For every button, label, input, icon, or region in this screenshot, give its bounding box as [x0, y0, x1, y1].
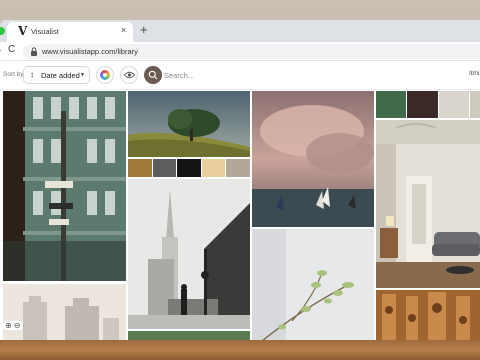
church-street-image [128, 179, 250, 329]
palette-swatch [470, 91, 480, 118]
forward-icon[interactable]: › [0, 45, 1, 56]
image-tile-tree-hill[interactable] [128, 91, 250, 157]
building-street-image [3, 91, 126, 281]
color-filter-button[interactable] [96, 66, 114, 84]
url-text: www.visualistapp.com/library [42, 47, 138, 56]
color-palette-tree[interactable] [128, 159, 250, 177]
search-input[interactable] [164, 69, 324, 81]
color-palette-interior[interactable] [376, 91, 480, 118]
chevron-down-icon: ▼ [80, 72, 85, 78]
plant-sprig-image [252, 229, 374, 340]
search-button[interactable] [144, 66, 162, 84]
view-toggle-button[interactable] [120, 66, 138, 84]
zoom-controls[interactable]: ⊕ ⊖ [3, 321, 23, 330]
close-tab-icon[interactable]: × [121, 25, 126, 35]
image-tile-church-street[interactable] [128, 179, 250, 329]
carved-stone-image [376, 290, 480, 340]
tab-strip: V Visualist × + [0, 20, 480, 42]
image-tile-carved-stone[interactable] [376, 290, 480, 340]
image-tile-skyline[interactable] [3, 284, 126, 340]
tab-title: Visualist [31, 27, 59, 36]
library-header: Sort by ↕ Date added ▼ Ibhi [0, 61, 480, 90]
site-info-icon[interactable] [30, 47, 38, 56]
sort-by-label: Sort by [3, 71, 24, 78]
sailing-boats-image [252, 91, 374, 227]
image-tile-green-sliver[interactable] [128, 331, 250, 340]
image-tile-sailing-boats[interactable] [252, 91, 374, 227]
interior-room-image [376, 120, 480, 288]
palette-swatch [177, 159, 201, 177]
image-grid: ⊕ ⊖ [0, 91, 480, 340]
palette-swatch [226, 159, 250, 177]
browser-window: V Visualist × + › C www.visualistapp.com… [0, 20, 480, 340]
tree-hill-image [128, 91, 250, 157]
image-tile-interior-room[interactable] [376, 120, 480, 288]
palette-swatch [128, 159, 152, 177]
search-icon [148, 70, 158, 80]
palette-swatch [202, 159, 225, 177]
desk-surface [0, 340, 480, 360]
sort-value: Date added [41, 71, 80, 80]
window-control-maximize[interactable] [0, 27, 5, 35]
reload-icon[interactable]: C [8, 44, 15, 55]
tab-visualist[interactable]: V Visualist × [7, 22, 133, 42]
color-wheel-icon [100, 70, 110, 80]
new-tab-button[interactable]: + [140, 22, 148, 37]
palette-swatch [153, 159, 176, 177]
image-tile-building-street[interactable] [3, 91, 126, 281]
palette-swatch [439, 91, 469, 118]
palette-swatch [407, 91, 438, 118]
header-right-text: Ibhi [469, 70, 480, 77]
image-tile-plant-sprig[interactable] [252, 229, 374, 340]
address-bar[interactable]: www.visualistapp.com/library [23, 44, 480, 59]
sort-arrows-icon: ↕ [30, 70, 34, 79]
eye-icon [124, 71, 135, 79]
skyline-image [3, 284, 126, 340]
visualist-logo: V [18, 24, 28, 38]
browser-toolbar: › C www.visualistapp.com/library [0, 42, 480, 61]
palette-swatch [376, 91, 406, 118]
sort-dropdown[interactable]: ↕ Date added ▼ [23, 66, 90, 84]
